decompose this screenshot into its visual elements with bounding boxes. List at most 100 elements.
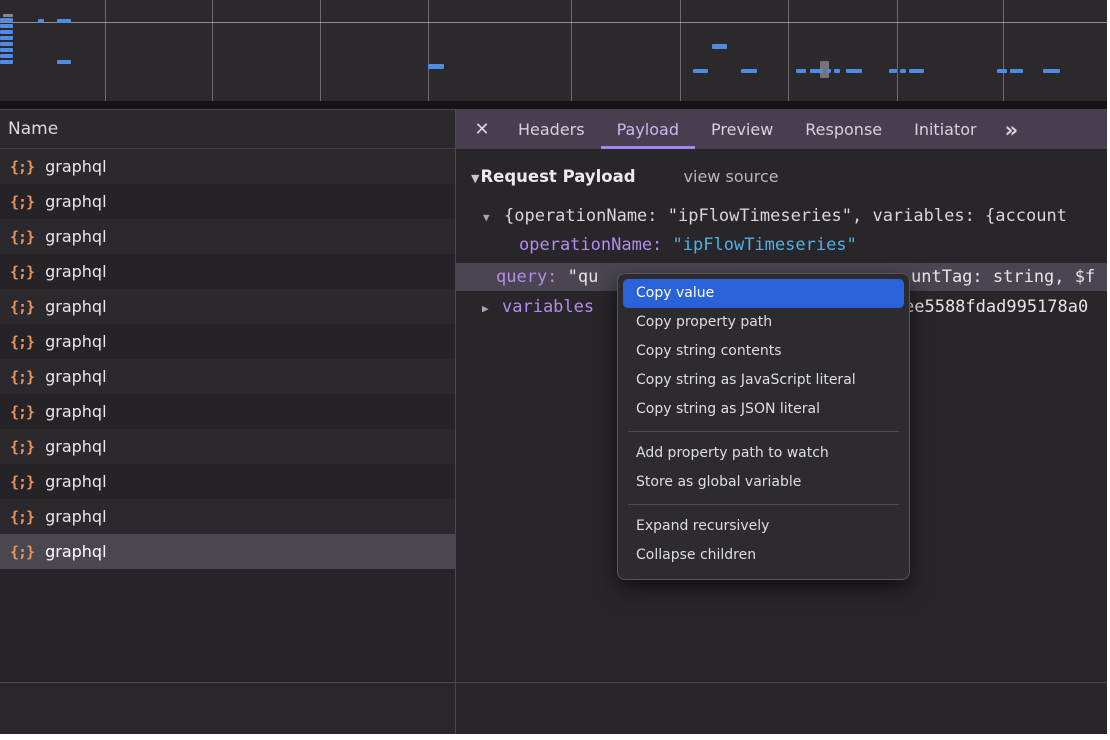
request-row[interactable]: {;} graphql	[0, 219, 455, 254]
expand-triangle-icon[interactable]: ▼	[483, 203, 490, 232]
request-name: graphql	[45, 262, 106, 281]
request-row[interactable]: {;} graphql	[0, 429, 455, 464]
overview-gridline-vertical	[1003, 0, 1004, 101]
waterfall-bar	[1010, 69, 1023, 73]
detail-tabs: HeadersPayloadPreviewResponseInitiator	[502, 110, 993, 149]
waterfall-bar	[0, 30, 13, 34]
json-braces-icon: {;}	[10, 263, 34, 281]
tab-payload[interactable]: Payload	[601, 110, 695, 149]
operation-value: "ipFlowTimeseries"	[673, 235, 857, 255]
waterfall-bar	[889, 69, 897, 73]
request-row[interactable]: {;} graphql	[0, 534, 455, 569]
content-split: Name {;}graphql{;}graphql{;}graphql{;}gr…	[0, 109, 1107, 682]
waterfall-bar	[1043, 69, 1060, 73]
more-tabs-icon[interactable]: »	[995, 110, 1029, 149]
request-name: graphql	[45, 437, 106, 456]
waterfall-bar	[3, 14, 13, 17]
menu-item-copy-value[interactable]: Copy value	[623, 279, 904, 308]
request-row[interactable]: {;} graphql	[0, 359, 455, 394]
view-source-link[interactable]: view source	[684, 167, 779, 186]
name-column-label: Name	[8, 119, 58, 139]
tab-response[interactable]: Response	[789, 110, 898, 149]
waterfall-bar	[827, 69, 831, 73]
waterfall-bar	[693, 69, 708, 73]
json-braces-icon: {;}	[10, 473, 34, 491]
waterfall-bar	[57, 60, 71, 64]
section-title: Request Payload	[480, 167, 635, 186]
request-row[interactable]: {;}graphql	[0, 149, 455, 184]
overview-gridline-vertical	[571, 0, 572, 101]
operation-name-row[interactable]: operationName: "ipFlowTimeseries"	[456, 231, 1107, 260]
request-row[interactable]: {;} graphql	[0, 464, 455, 499]
json-braces-icon: {;}	[10, 403, 34, 421]
json-braces-icon: {;}	[10, 333, 34, 351]
request-name: graphql	[45, 542, 106, 561]
overview-divider	[0, 101, 1107, 109]
overview-gridline-vertical	[788, 0, 789, 101]
json-braces-icon: {;}	[10, 228, 34, 246]
overview-gridline-horizontal	[0, 22, 1107, 23]
request-name: graphql	[45, 192, 106, 211]
waterfall-bar	[900, 69, 906, 73]
request-row[interactable]: {;}graphql	[0, 394, 455, 429]
section-collapse-triangle-icon[interactable]: ▼	[471, 172, 479, 185]
waterfall-bar	[0, 24, 13, 28]
payload-root-row[interactable]: ▼ {operationName: "ipFlowTimeseries", va…	[456, 202, 1107, 231]
tab-headers[interactable]: Headers	[502, 110, 601, 149]
waterfall-bar	[741, 69, 757, 73]
waterfall-bar	[810, 69, 823, 73]
json-braces-icon: {;}	[10, 193, 34, 211]
tab-preview[interactable]: Preview	[695, 110, 789, 149]
requests-list: {;} graphql {;} graphql {;} graphql {;} graphql…	[0, 149, 455, 682]
request-row[interactable]: {;} graphql	[0, 184, 455, 219]
menu-item-expand-recursively[interactable]: Expand recursively	[618, 512, 909, 541]
query-value-left: "qu	[568, 267, 599, 287]
waterfall-bar	[57, 19, 71, 23]
overview-gridline-vertical	[897, 0, 898, 101]
operation-key: operationName:	[519, 235, 662, 255]
json-braces-icon: {;}	[10, 438, 34, 456]
json-braces-icon: {;}	[10, 508, 34, 526]
waterfall-bar	[0, 60, 13, 64]
menu-item-add-property-path-to-watch[interactable]: Add property path to watch	[618, 439, 909, 468]
payload-root-preview: {operationName: "ipFlowTimeseries", vari…	[504, 202, 1067, 231]
menu-item-copy-string-contents[interactable]: Copy string contents	[618, 337, 909, 366]
json-braces-icon: {;}	[10, 543, 34, 561]
waterfall-bar	[846, 69, 862, 73]
query-value-right: untTag: string, $f	[911, 263, 1095, 291]
request-row[interactable]: {;}graphql	[0, 289, 455, 324]
variables-key: variables	[502, 293, 594, 322]
network-overview-strip[interactable]	[0, 0, 1107, 101]
name-column-header[interactable]: Name	[0, 110, 455, 149]
devtools-network-panel: Name {;}graphql{;}graphql{;}graphql{;}gr…	[0, 0, 1107, 734]
request-name: graphql	[45, 332, 106, 351]
overview-gridline-vertical	[212, 0, 213, 101]
requests-list-panel: Name {;}graphql{;}graphql{;}graphql{;}gr…	[0, 110, 456, 682]
menu-item-store-as-global-variable[interactable]: Store as global variable	[618, 468, 909, 497]
waterfall-bar	[0, 54, 13, 58]
request-name: graphql	[45, 297, 106, 316]
close-icon[interactable]: ✕	[462, 110, 502, 149]
tab-initiator[interactable]: Initiator	[898, 110, 992, 149]
request-name: graphql	[45, 472, 106, 491]
overview-gridline-vertical	[320, 0, 321, 101]
menu-divider	[628, 504, 899, 505]
request-row[interactable]: {;} graphql	[0, 324, 455, 359]
waterfall-bar	[0, 48, 13, 52]
menu-item-copy-property-path[interactable]: Copy property path	[618, 308, 909, 337]
waterfall-bar	[834, 69, 840, 73]
request-row[interactable]: {;} graphql	[0, 499, 455, 534]
request-row[interactable]: {;} graphql	[0, 254, 455, 289]
json-braces-icon: {;}	[10, 368, 34, 386]
waterfall-bar	[712, 44, 727, 49]
overview-gridline-vertical	[428, 0, 429, 101]
menu-item-copy-string-as-json-literal[interactable]: Copy string as JSON literal	[618, 395, 909, 424]
collapsed-triangle-icon[interactable]: ▶	[482, 294, 489, 323]
request-name: graphql	[45, 227, 106, 246]
overview-gridline-vertical	[680, 0, 681, 101]
menu-item-copy-string-as-javascript-literal[interactable]: Copy string as JavaScript literal	[618, 366, 909, 395]
request-name: graphql	[45, 507, 106, 526]
waterfall-bar	[0, 36, 13, 40]
request-name: graphql	[45, 367, 106, 386]
menu-item-collapse-children[interactable]: Collapse children	[618, 541, 909, 570]
